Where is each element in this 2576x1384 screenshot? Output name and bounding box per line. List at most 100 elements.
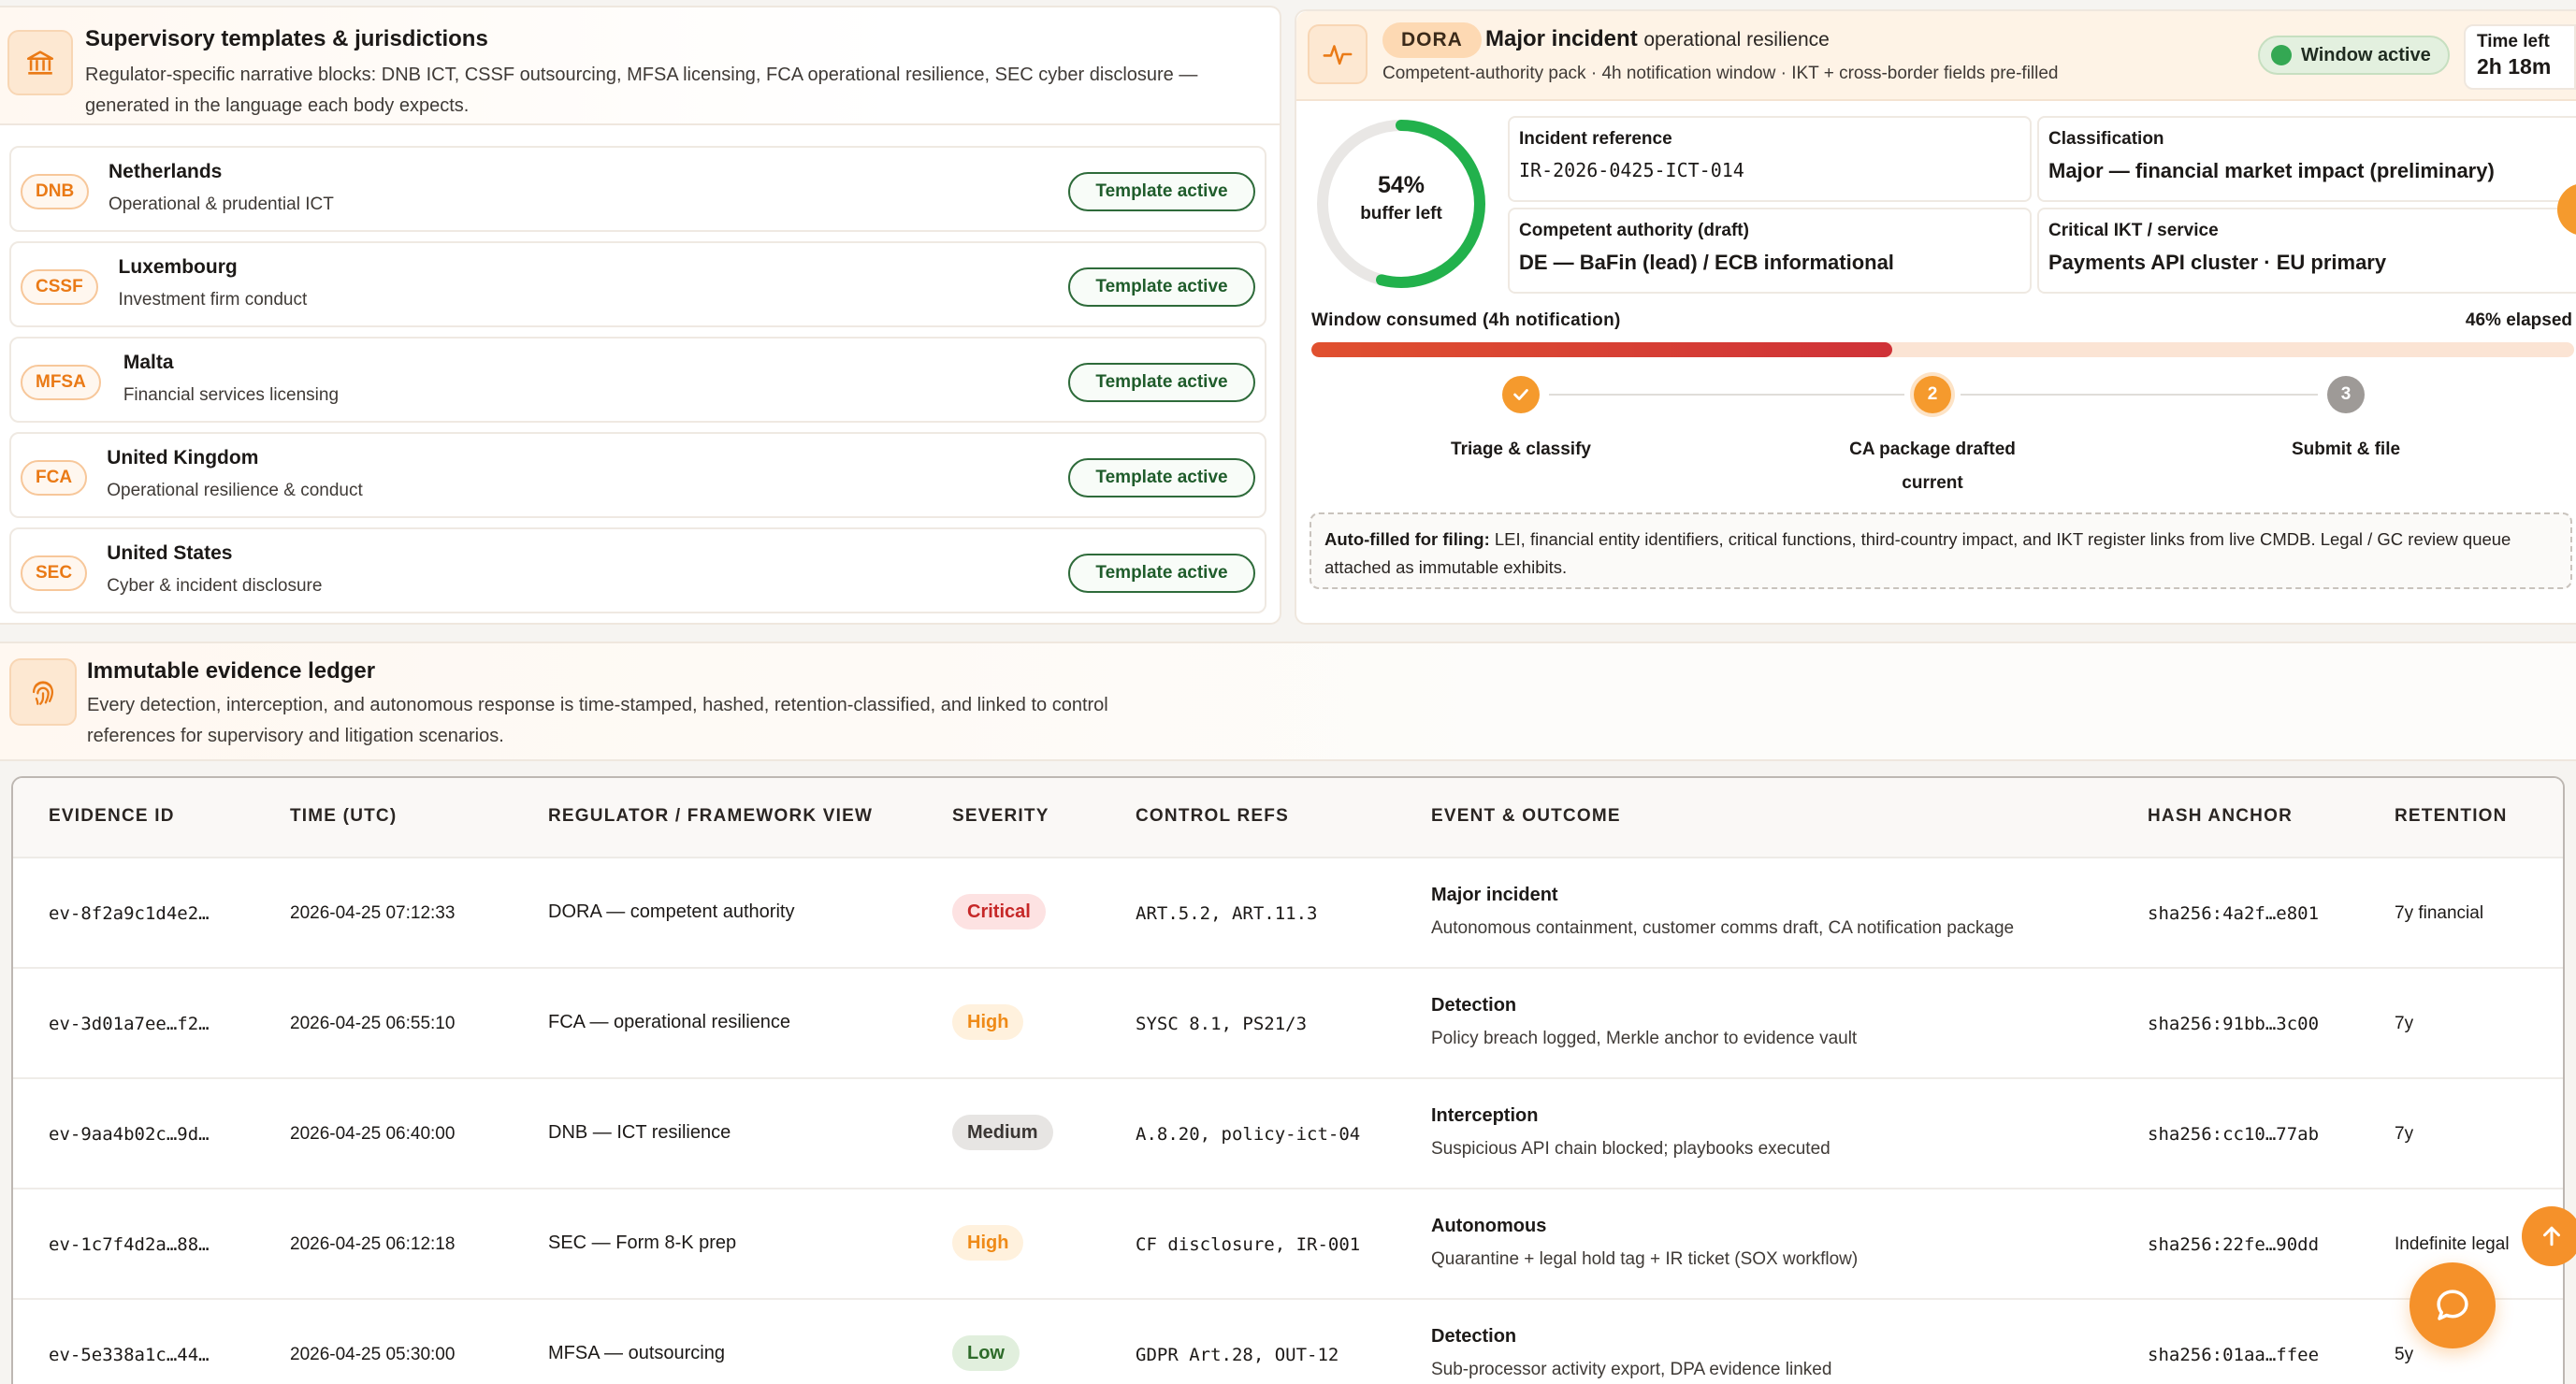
- control-refs-cell: A.8.20, policy-ict-04: [1136, 1124, 1361, 1145]
- event-title: Interception: [1431, 1105, 1539, 1126]
- bank-icon: [7, 30, 73, 95]
- dora-header: DORA Major incident operational resilien…: [1296, 11, 2576, 101]
- jurisdiction-name: Netherlands: [109, 161, 223, 182]
- retention-cell: 5y: [2395, 1345, 2414, 1364]
- time-cell: 2026-04-25 05:30:00: [290, 1345, 456, 1364]
- table-row[interactable]: ev-9aa4b02c…9d… 2026-04-25 06:40:00 DNB — …: [13, 1079, 2563, 1189]
- template-active-button[interactable]: Template active: [1068, 554, 1255, 593]
- arrow-up-icon: [2543, 1226, 2560, 1247]
- step-3-indicator: 3: [2327, 376, 2365, 413]
- competent-authority-card: Competent authority (draft) DE — BaFin (l…: [1508, 208, 2032, 294]
- autofill-text: LEI, financial entity identifiers, criti…: [1324, 529, 2511, 577]
- evidence-ledger-title: Immutable evidence ledger: [87, 658, 376, 684]
- jurisdiction-code-badge: CSSF: [21, 269, 98, 305]
- check-icon: [1513, 389, 1528, 400]
- event-outcome: Quarantine + legal hold tag + IR ticket …: [1431, 1249, 1859, 1269]
- step-3-label: Submit & file: [2291, 440, 2401, 459]
- regulator-cell: MFSA — outsourcing: [548, 1343, 725, 1363]
- evidence-id-cell: ev-1c7f4d2a…88…: [49, 1234, 210, 1255]
- severity-badge: Critical: [952, 894, 1046, 930]
- supervisory-header: Supervisory templates & jurisdictions Re…: [0, 7, 1280, 125]
- scroll-top-button[interactable]: [2522, 1206, 2576, 1266]
- jurisdiction-name: United Kingdom: [107, 447, 259, 469]
- dora-badge: DORA: [1382, 22, 1482, 58]
- jurisdiction-description: Financial services licensing: [123, 385, 340, 405]
- jurisdiction-description: Operational & prudential ICT: [109, 195, 334, 214]
- event-title: Major incident: [1431, 885, 1558, 905]
- jurisdiction-code-badge: SEC: [21, 555, 88, 591]
- control-refs-cell: GDPR Art.28, OUT-12: [1136, 1345, 1339, 1365]
- step-2-label: CA package drafted: [1849, 440, 2016, 459]
- classification-card: Classification Major — financial market i…: [2037, 116, 2576, 202]
- time-cell: 2026-04-25 07:12:33: [290, 903, 456, 923]
- time-left-value: 2h 18m: [2477, 54, 2552, 79]
- jurisdiction-row-dnb: DNB Netherlands Operational & prudential I…: [9, 146, 1266, 232]
- autofill-heading: Auto-filled for filing:: [1324, 529, 1490, 549]
- buffer-percent: 54%: [1377, 172, 1425, 198]
- column-header-control-refs[interactable]: CONTROL REFS: [1136, 806, 1289, 827]
- column-header-regulator-view[interactable]: REGULATOR / FRAMEWORK VIEW: [548, 806, 873, 827]
- chat-bubble-icon: [2437, 1290, 2468, 1320]
- window-status-badge: Window active: [2258, 36, 2450, 75]
- table-row[interactable]: ev-1c7f4d2a…88… 2026-04-25 06:12:18 SEC — …: [13, 1189, 2563, 1300]
- event-title: Detection: [1431, 995, 1517, 1016]
- hash-anchor-cell: sha256:01aa…ffee: [2148, 1345, 2320, 1365]
- current-step-label: current: [1902, 473, 1963, 493]
- column-header-retention[interactable]: RETENTION: [2395, 806, 2508, 827]
- retention-cell: 7y financial: [2395, 903, 2484, 923]
- supervisory-templates-panel: Supervisory templates & jurisdictions Re…: [0, 6, 1281, 625]
- jurisdiction-name: Malta: [123, 352, 174, 373]
- column-header-hash-anchor[interactable]: HASH ANCHOR: [2148, 806, 2293, 827]
- jurisdiction-code-badge: FCA: [21, 460, 88, 496]
- window-progress-bar: [1311, 342, 2574, 357]
- critical-ikt-service-label: Critical IKT / service: [2048, 221, 2219, 240]
- supervisory-title: Supervisory templates & jurisdictions: [85, 26, 488, 51]
- template-active-button[interactable]: Template active: [1068, 172, 1255, 211]
- column-header-severity[interactable]: SEVERITY: [952, 806, 1049, 827]
- jurisdiction-row-fca: FCA United Kingdom Operational resilience …: [9, 432, 1266, 518]
- autofill-notice: Auto-filled for filing: LEI, financial e…: [1310, 512, 2572, 589]
- column-header-event-outcome[interactable]: EVENT & OUTCOME: [1431, 806, 1621, 827]
- dora-title-main: Major incident: [1485, 26, 1638, 51]
- template-active-button[interactable]: Template active: [1068, 458, 1255, 497]
- jurisdiction-row-mfsa: MFSA Malta Financial services licensing Tem…: [9, 337, 1266, 423]
- time-cell: 2026-04-25 06:12:18: [290, 1234, 456, 1254]
- supervisory-description: Regulator-specific narrative blocks: DNB…: [85, 65, 1198, 116]
- hash-anchor-cell: sha256:22fe…90dd: [2148, 1234, 2320, 1255]
- hash-anchor-cell: sha256:91bb…3c00: [2148, 1014, 2320, 1034]
- window-progress-fill: [1311, 342, 1892, 357]
- step-2-indicator: 2: [1914, 376, 1951, 413]
- event-outcome: Policy breach logged, Merkle anchor to e…: [1431, 1029, 1858, 1048]
- table-row[interactable]: ev-8f2a9c1d4e2… 2026-04-25 07:12:33 DORA —…: [13, 858, 2563, 969]
- step-1-label: Triage & classify: [1451, 440, 1591, 459]
- event-outcome: Suspicious API chain blocked; playbooks …: [1431, 1139, 1831, 1159]
- step-connector: [1961, 394, 2318, 396]
- jurisdiction-description: Investment firm conduct: [118, 290, 308, 310]
- event-title: Autonomous: [1431, 1216, 1547, 1236]
- column-header-time[interactable]: TIME (UTC): [290, 806, 397, 827]
- time-left-label: Time left: [2477, 32, 2550, 51]
- chat-button[interactable]: [2410, 1262, 2496, 1348]
- severity-badge: High: [952, 1004, 1024, 1040]
- column-header-evidence-id[interactable]: EVIDENCE ID: [49, 806, 175, 827]
- table-header: EVIDENCE ID TIME (UTC) REGULATOR / FRAMEWO…: [13, 778, 2563, 858]
- regulator-cell: DNB — ICT resilience: [548, 1122, 731, 1143]
- table-row[interactable]: ev-5e338a1c…44… 2026-04-25 05:30:00 MFSA —…: [13, 1300, 2563, 1384]
- incident-reference-label: Incident reference: [1519, 129, 1672, 149]
- jurisdiction-code-badge: DNB: [21, 174, 90, 209]
- jurisdiction-code-badge: MFSA: [21, 365, 101, 400]
- jurisdiction-name: United States: [107, 542, 233, 564]
- retention-cell: Indefinite legal: [2395, 1234, 2510, 1254]
- table-row[interactable]: ev-3d01a7ee…f2… 2026-04-25 06:55:10 FCA — …: [13, 969, 2563, 1079]
- template-active-button[interactable]: Template active: [1068, 267, 1255, 307]
- regulator-cell: FCA — operational resilience: [548, 1012, 791, 1032]
- hash-anchor-cell: sha256:4a2f…e801: [2148, 903, 2320, 924]
- evidence-id-cell: ev-9aa4b02c…9d…: [49, 1124, 210, 1145]
- fingerprint-icon: [9, 658, 77, 726]
- incident-reference-card: Incident reference IR-2026-0425-ICT-014: [1508, 116, 2032, 202]
- template-active-button[interactable]: Template active: [1068, 363, 1255, 402]
- buffer-label: buffer left: [1360, 204, 1442, 223]
- control-refs-cell: ART.5.2, ART.11.3: [1136, 903, 1318, 924]
- step-1-indicator: [1502, 376, 1540, 413]
- control-refs-cell: CF disclosure, IR-001: [1136, 1234, 1361, 1255]
